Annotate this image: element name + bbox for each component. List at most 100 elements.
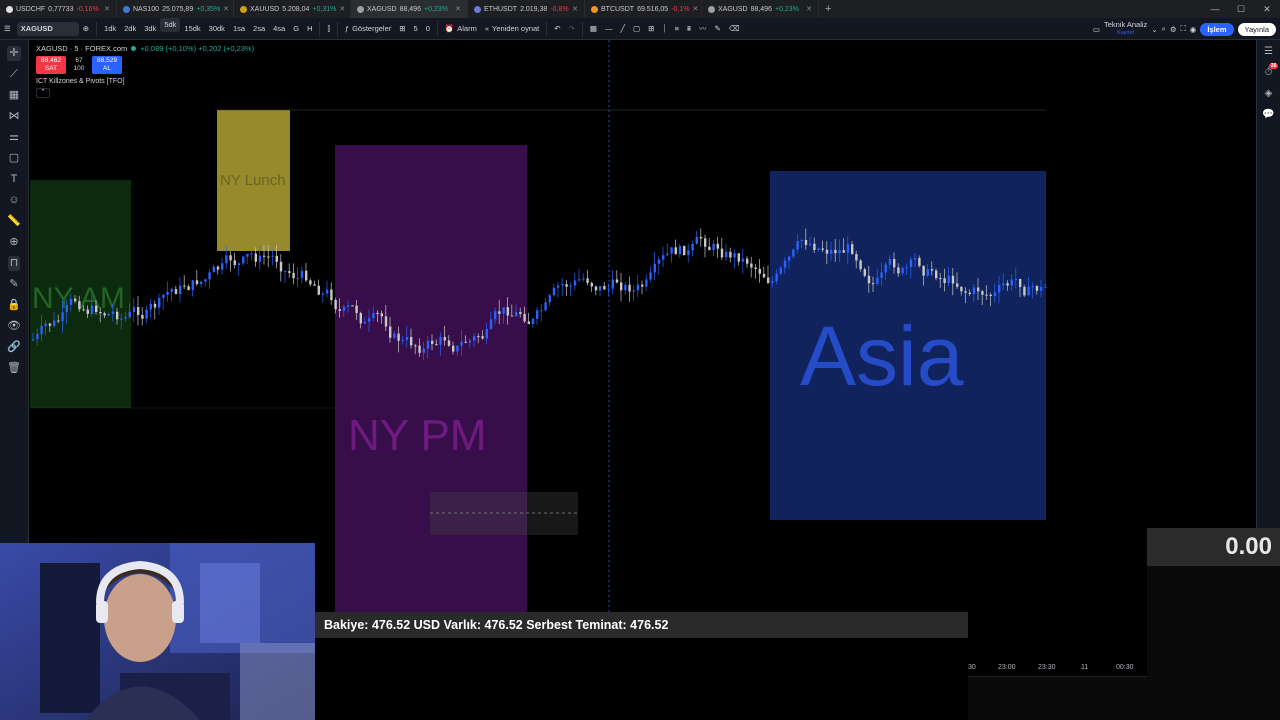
alerts-icon[interactable]: ⏱ 26 xyxy=(1265,63,1279,78)
link-icon[interactable]: 🔗 xyxy=(7,340,21,355)
symbol-search[interactable]: XAGUSD xyxy=(16,21,79,36)
indicators-button[interactable]: ƒ Göstergeler xyxy=(341,18,395,40)
undo-icon[interactable]: ↶ xyxy=(550,18,564,40)
layout-icon[interactable]: ⊞ xyxy=(644,18,658,40)
close-tab-icon[interactable]: ✕ xyxy=(223,5,229,13)
fib-tool-icon[interactable]: ▦ xyxy=(9,88,19,103)
interval-1dk[interactable]: 1dk xyxy=(100,18,120,40)
interval-30dk[interactable]: 30dk xyxy=(205,18,229,40)
close-tab-icon[interactable]: ✕ xyxy=(104,5,110,13)
shapes-tool-icon[interactable]: ▢ xyxy=(9,151,19,166)
browser-tab[interactable]: XAGUSD 88,496 +0,23% ✕ xyxy=(702,0,819,18)
interval-3dk[interactable]: 3dk xyxy=(140,18,160,40)
brush-icon[interactable]: ✎ xyxy=(711,18,725,40)
trade-button[interactable]: İşlem xyxy=(1200,22,1234,36)
chart-plot[interactable]: NY AM NY Lunch NY PM Asia xyxy=(30,40,1226,612)
browser-tab[interactable]: USDCHF 0,77733 -0,16% ✕ xyxy=(0,0,117,18)
candle-body xyxy=(578,279,581,281)
trend-line-icon[interactable]: ╱ xyxy=(616,18,629,40)
close-icon[interactable]: ✕ xyxy=(1254,4,1280,15)
pencil-lock-icon[interactable]: ✎ xyxy=(9,277,18,292)
rectangle-icon[interactable]: ▢ xyxy=(629,18,644,40)
fullscreen-icon[interactable]: ⛶ xyxy=(1181,24,1186,34)
layers-icon[interactable]: ◈ xyxy=(1265,88,1273,99)
browser-tab[interactable]: XAUUSD 5.208,04 +0,31% ✕ xyxy=(234,0,351,18)
counter-badge[interactable]: 5 xyxy=(410,18,422,40)
interval-1sa[interactable]: 1sa xyxy=(229,18,249,40)
minimize-icon[interactable]: — xyxy=(1202,4,1228,14)
interval-H[interactable]: H xyxy=(303,18,316,40)
ny-am-label: NY AM xyxy=(32,282,125,315)
search-icon[interactable]: ⌕ xyxy=(1162,24,1166,34)
trash-icon[interactable]: 🗑 xyxy=(7,361,21,376)
fib-icon[interactable]: ≡ xyxy=(671,18,683,40)
alarm-button[interactable]: ⏰ Alarm xyxy=(441,18,481,40)
analysis-save-button[interactable]: Teknik Analiz Kaydet xyxy=(1104,21,1147,37)
replay-button[interactable]: «Yeniden oynat xyxy=(481,18,543,40)
collapse-legend-button[interactable]: ⌃ xyxy=(36,88,50,98)
forecast-tool-icon[interactable]: ⚌ xyxy=(9,130,19,145)
path-icon[interactable]: 〰 xyxy=(695,18,711,40)
camera-icon[interactable]: ◉ xyxy=(1190,25,1197,34)
menu-icon[interactable]: ☰ xyxy=(0,18,15,40)
interval-4sa[interactable]: 4sa xyxy=(269,18,289,40)
browser-tab[interactable]: NAS100 25.075,89 +0,35% ✕ xyxy=(117,0,234,18)
line-tool-icon[interactable]: ⟋ xyxy=(10,67,18,82)
pitchfork-icon[interactable]: ⩩ xyxy=(683,18,695,40)
candle-body xyxy=(586,278,589,283)
close-tab-icon[interactable]: ✕ xyxy=(339,5,345,13)
horizontal-line-icon[interactable]: ― xyxy=(601,18,617,40)
candle-body xyxy=(733,253,736,258)
redo-icon[interactable]: ↷ xyxy=(565,18,579,40)
magnet-icon[interactable]: ⊓ xyxy=(7,256,21,271)
candle-body xyxy=(1040,286,1043,291)
emoji-tool-icon[interactable]: ☺ xyxy=(8,193,19,208)
ruler-icon[interactable]: 📏 xyxy=(7,214,21,229)
lock-icon[interactable]: 🔒 xyxy=(7,298,21,313)
time-tick: 23:00 xyxy=(998,664,1016,671)
candle-body xyxy=(1023,286,1026,296)
eye-icon[interactable]: 👁 xyxy=(7,319,21,334)
chart-toolbar: ☰ XAGUSD ⊕ 1dk 2dk 3dk 5dk 15dk 30dk 1sa 2sa 4sa… xyxy=(0,17,1280,40)
add-symbol-icon[interactable]: ⊕ xyxy=(79,18,93,40)
chart-canvas[interactable]: NY AM NY Lunch NY PM Asia XAGUSD · 5 · FORE… xyxy=(30,40,1226,612)
pattern-tool-icon[interactable]: ⋈ xyxy=(9,109,20,124)
eraser-icon[interactable]: ⌫ xyxy=(725,18,744,40)
close-tab-icon[interactable]: ✕ xyxy=(693,5,699,13)
dropdown-icon[interactable]: ⌄ xyxy=(1151,25,1157,34)
indicator-label[interactable]: ICT Killzones & Pivots [TFO] xyxy=(36,78,254,85)
close-tab-icon[interactable]: ✕ xyxy=(806,5,812,13)
chart-type-icon[interactable]: ⫿ xyxy=(323,18,333,40)
candle-body xyxy=(704,238,707,247)
time-axis[interactable]: 30 23:00 23:30 11 00:30 xyxy=(968,660,1147,676)
browser-tab[interactable]: BTCUSDT 69.516,05 -0,1% ✕ xyxy=(585,0,702,18)
interval-G[interactable]: G xyxy=(289,18,303,40)
interval-15dk[interactable]: 15dk xyxy=(180,18,204,40)
interval-2dk[interactable]: 2dk xyxy=(120,18,140,40)
new-tab-icon[interactable]: + xyxy=(819,3,837,15)
quantity-field[interactable]: 67 100 xyxy=(68,57,90,73)
grid-icon[interactable]: ▦ xyxy=(586,18,601,40)
publish-button[interactable]: Yayınla xyxy=(1237,22,1276,36)
vertical-line-icon[interactable]: ⏐ xyxy=(658,18,670,40)
text-tool-icon[interactable]: T xyxy=(11,172,18,187)
candle-body xyxy=(834,249,837,254)
layout-toggle-icon[interactable]: ▭ xyxy=(1093,25,1100,34)
maximize-icon[interactable]: ☐ xyxy=(1228,4,1254,15)
close-tab-icon[interactable]: ✕ xyxy=(455,5,461,13)
counter-badge[interactable]: 0 xyxy=(422,18,434,40)
browser-tab[interactable]: XAGUSD 88,496 +0,23% ✕ xyxy=(351,0,468,18)
close-tab-icon[interactable]: ✕ xyxy=(572,5,578,13)
buy-button[interactable]: 88,529 AL xyxy=(92,56,122,74)
interval-2sa[interactable]: 2sa xyxy=(249,18,269,40)
crosshair-icon[interactable]: ✛ xyxy=(7,46,21,61)
zoom-icon[interactable]: ⊕ xyxy=(9,235,18,250)
browser-tab[interactable]: ETHUSDT 2.019,38 -0,8% ✕ xyxy=(468,0,585,18)
candle-body xyxy=(977,287,980,292)
chat-icon[interactable]: 💬 xyxy=(1262,109,1274,120)
watchlist-icon[interactable]: ☰ xyxy=(1264,46,1273,57)
gear-icon[interactable]: ⚙ xyxy=(1170,25,1177,34)
sell-button[interactable]: 88,462 SAT xyxy=(36,56,66,74)
interval-5dk[interactable]: 5dk xyxy=(160,17,181,32)
templates-icon[interactable]: ⊞ xyxy=(395,18,409,40)
